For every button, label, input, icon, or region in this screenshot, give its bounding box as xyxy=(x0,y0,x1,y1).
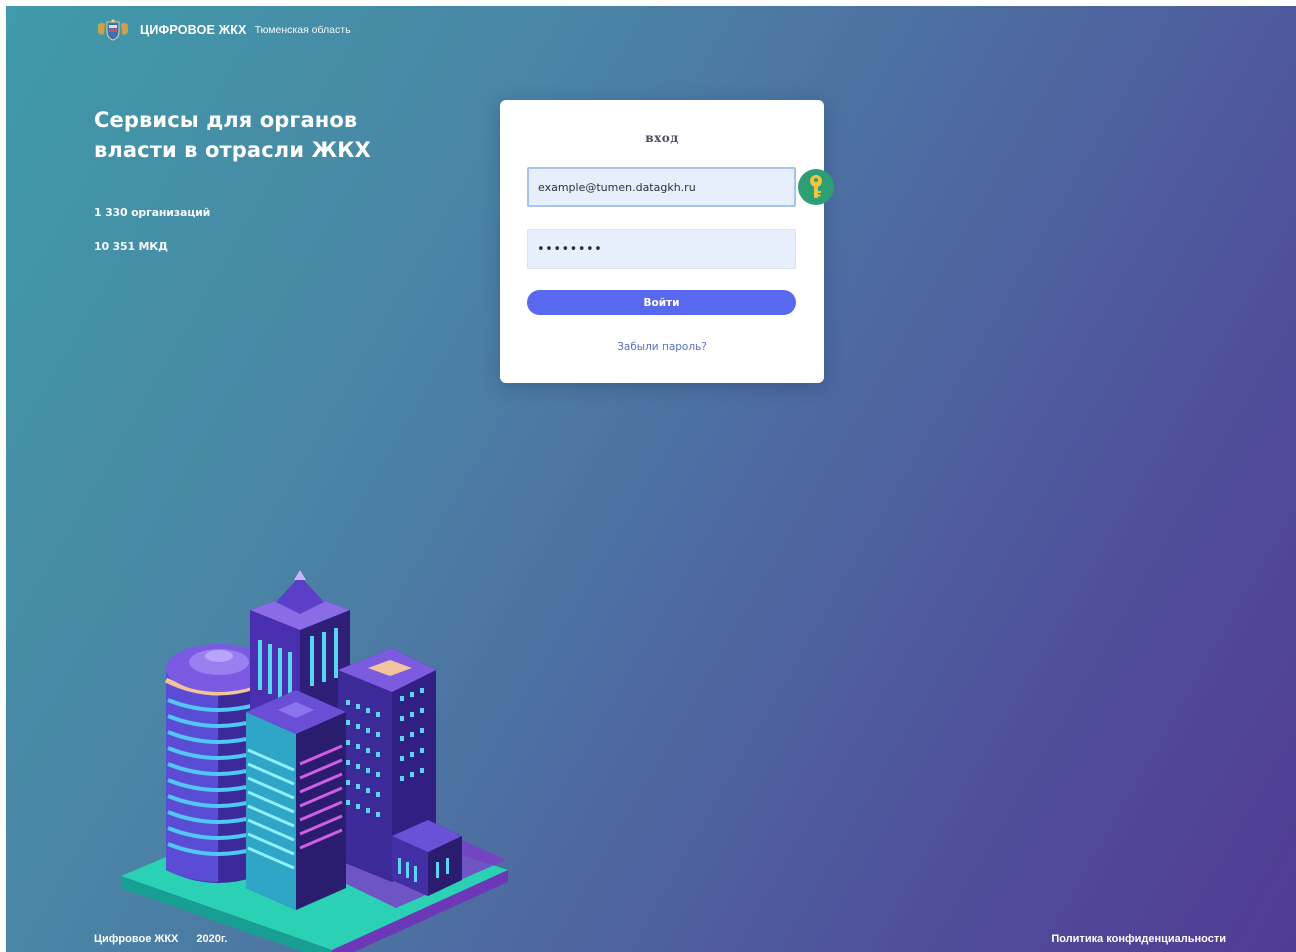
footer-copyright: Цифровое ЖКХ 2020г. xyxy=(94,933,227,945)
header: ЦИФРОВОЕ ЖКХ Тюменская область xyxy=(96,19,351,41)
privacy-policy-link[interactable]: Политика конфиденциальности xyxy=(1051,933,1226,945)
footer-year: 2020г. xyxy=(196,933,228,945)
coat-of-arms-icon xyxy=(98,19,128,41)
brand-name: ЦИФРОВОЕ ЖКХ xyxy=(140,23,247,37)
email-input[interactable] xyxy=(527,167,796,207)
region-name: Тюменская область xyxy=(254,24,351,36)
login-page: ЦИФРОВОЕ ЖКХ Тюменская область Сервисы д… xyxy=(6,6,1296,952)
login-button[interactable]: Войти xyxy=(527,290,796,315)
forgot-password-link[interactable]: Забыли пароль? xyxy=(500,341,824,353)
hero-title: Сервисы для органов власти в отрасли ЖКХ xyxy=(94,108,371,162)
key-icon[interactable] xyxy=(798,169,834,205)
footer-brand: Цифровое ЖКХ xyxy=(94,933,179,945)
password-input[interactable] xyxy=(527,229,796,269)
stat-buildings: 10 351 МКД xyxy=(94,240,168,253)
isometric-city-illustration xyxy=(121,570,508,952)
stat-organizations: 1 330 организаций xyxy=(94,206,211,219)
login-card: вход Войти Забыли пароль? xyxy=(500,100,834,383)
login-title: вход xyxy=(645,131,679,145)
